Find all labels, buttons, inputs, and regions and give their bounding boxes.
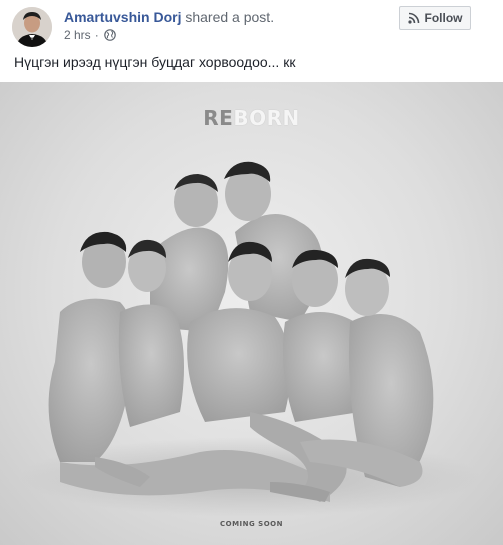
shared-post: Amartuvshin Dorj shared a post. 2 hrs · (0, 0, 503, 545)
post-meta: 2 hrs · (64, 28, 116, 42)
poster-title: REBORN (0, 106, 503, 130)
globe-icon[interactable] (103, 29, 116, 41)
follow-label: Follow (424, 11, 463, 25)
group-photo-illustration (20, 161, 480, 517)
poster-title-part1: RE (203, 106, 234, 130)
follow-button[interactable]: Follow (399, 6, 471, 30)
post-message: Нүцгэн ирээд нүцгэн буцдаг хорвоодоо... … (14, 54, 296, 70)
poster-title-part2: BORN (233, 106, 300, 130)
rss-icon (407, 12, 420, 24)
meta-separator: · (94, 28, 99, 42)
share-action-text: shared a post. (181, 9, 275, 25)
post-header: Amartuvshin Dorj shared a post. 2 hrs · (0, 0, 503, 50)
poster-subtitle: COMING SOON (219, 520, 283, 528)
post-timestamp[interactable]: 2 hrs (64, 28, 91, 42)
author-name-link[interactable]: Amartuvshin Dorj (64, 9, 181, 25)
post-photo[interactable]: REBORN COMING SOON (0, 82, 503, 545)
post-byline: Amartuvshin Dorj shared a post. (64, 9, 274, 25)
avatar[interactable] (12, 7, 52, 47)
